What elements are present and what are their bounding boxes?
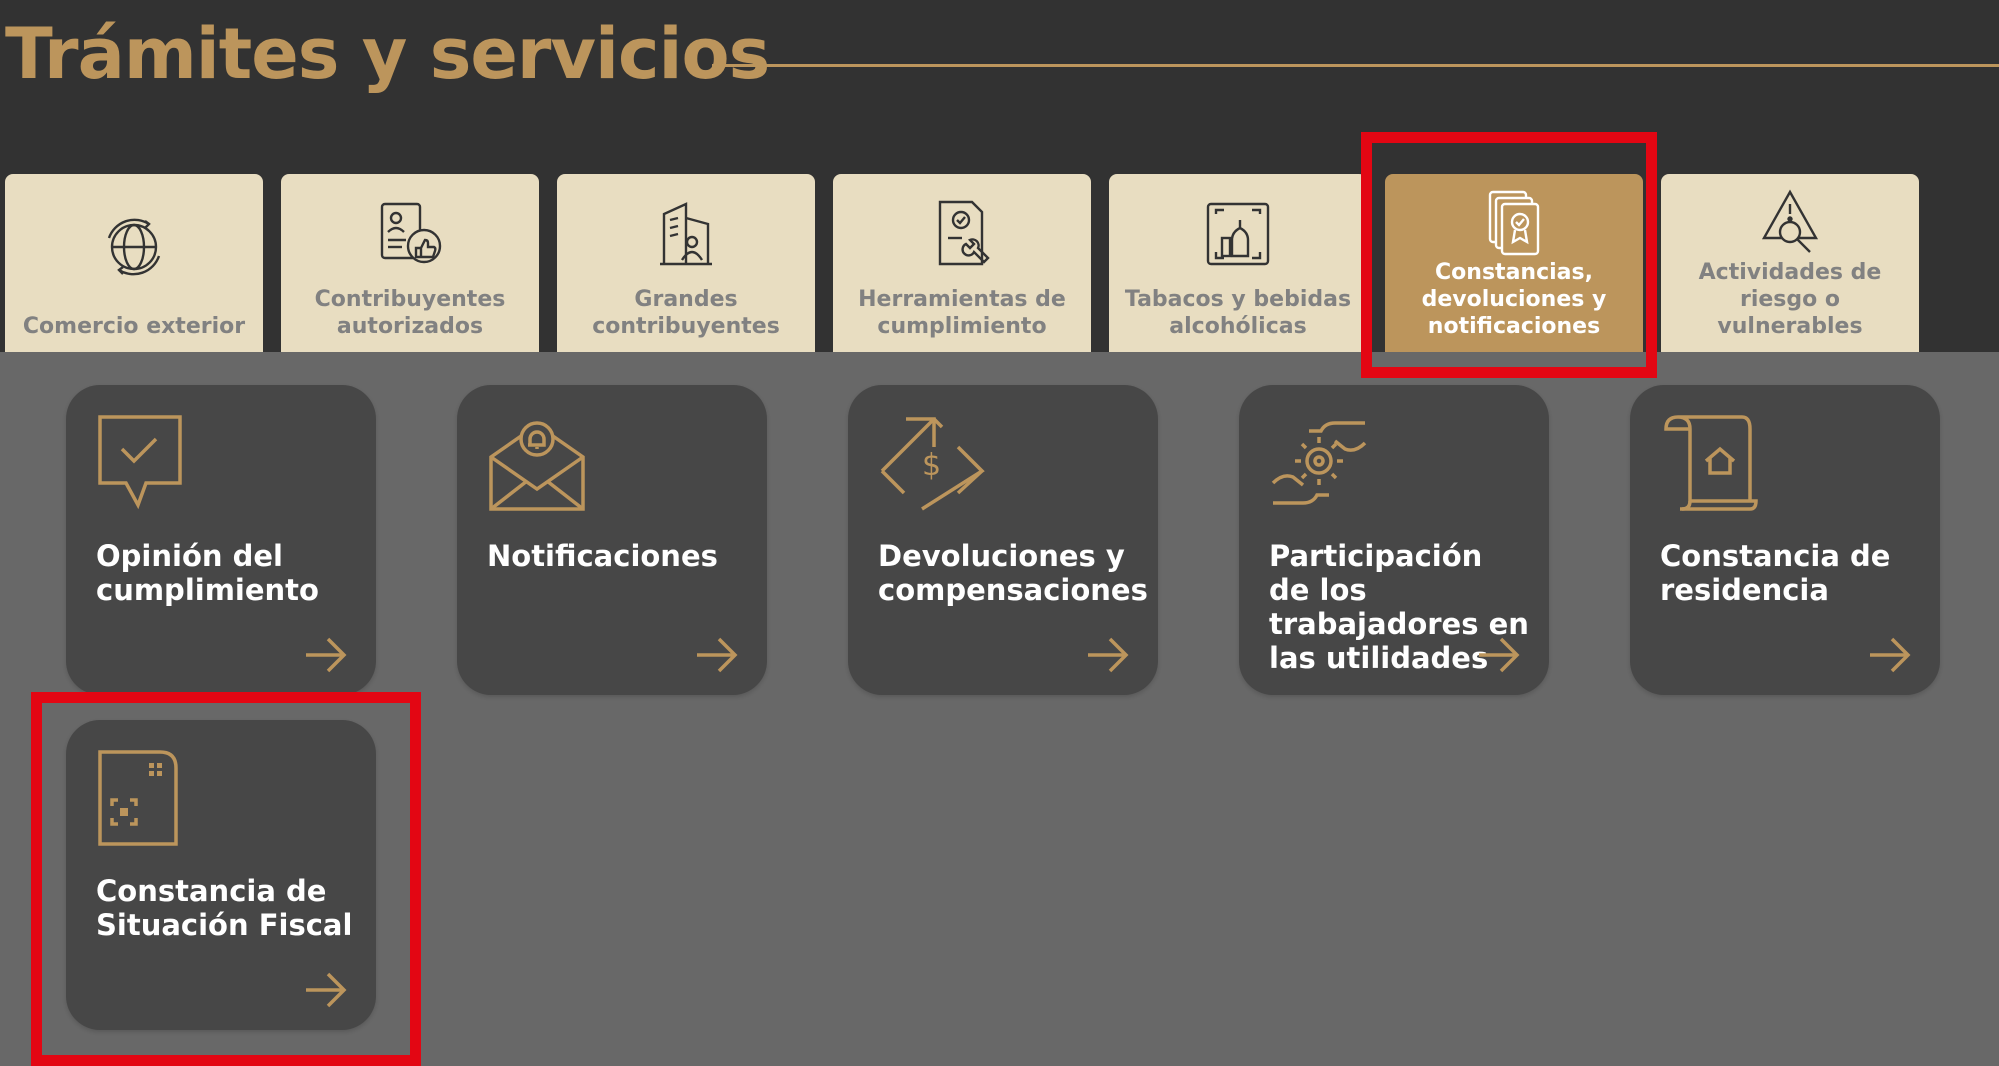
- card-title: Notificaciones: [487, 539, 718, 573]
- speech-check-icon: [98, 415, 182, 510]
- dollar-exchange-icon: $: [880, 417, 985, 511]
- tab-contribuyentes-autorizados[interactable]: Contribuyentes autorizados: [281, 174, 539, 352]
- bottle-frame-icon: [1206, 202, 1270, 266]
- tab-label: Contribuyentes autorizados: [314, 287, 506, 339]
- arrow-right-icon: [697, 637, 738, 673]
- card-title: Opinión del cumplimiento: [96, 539, 319, 607]
- card-opinion-del-cumplimiento[interactable]: Opinión del cumplimiento: [66, 385, 376, 695]
- page-title: Trámites y servicios: [5, 13, 770, 95]
- tab-actividades-de-riesgo[interactable]: Actividades de riesgo o vulnerables: [1661, 174, 1919, 352]
- envelope-bell-icon: [489, 421, 585, 511]
- card-title: Devoluciones y compensaciones: [878, 539, 1148, 607]
- card-title: Constancia de Situación Fiscal: [96, 874, 353, 942]
- card-title: Constancia de residencia: [1660, 539, 1891, 607]
- arrow-right-icon: [1870, 637, 1911, 673]
- card-devoluciones-y-compensaciones[interactable]: $ Devoluciones y compensaciones: [848, 385, 1158, 695]
- qr-document-icon: [98, 750, 178, 846]
- svg-text:$: $: [922, 448, 941, 483]
- document-wrench-icon: [938, 200, 990, 266]
- document-thumbs-up-icon: [380, 202, 442, 264]
- tab-grandes-contribuyentes[interactable]: Grandes contribuyentes: [557, 174, 815, 352]
- tab-constancias-devoluciones-notificaciones[interactable]: Constancias, devoluciones y notificacion…: [1385, 174, 1643, 352]
- tab-tabacos-y-bebidas[interactable]: Tabacos y bebidas alcohólicas: [1109, 174, 1367, 352]
- tab-label: Actividades de riesgo o vulnerables: [1698, 260, 1882, 339]
- tab-comercio-exterior[interactable]: Comercio exterior: [5, 174, 263, 352]
- tab-label: Comercio exterior: [22, 314, 246, 339]
- arrow-right-icon: [306, 972, 347, 1008]
- arrow-right-icon: [1088, 637, 1129, 673]
- title-divider: [712, 64, 1999, 67]
- arrow-right-icon: [1479, 637, 1520, 673]
- card-notificaciones[interactable]: Notificaciones: [457, 385, 767, 695]
- tab-label: Tabacos y bebidas alcohólicas: [1124, 287, 1352, 339]
- warning-search-icon: [1761, 189, 1819, 253]
- hand-gear-icon: [1271, 421, 1367, 505]
- globe-dollar-icon: [107, 218, 161, 276]
- scroll-house-icon: [1664, 415, 1758, 511]
- building-person-icon: [660, 202, 712, 266]
- tab-label: Herramientas de cumplimiento: [858, 287, 1066, 339]
- tab-label: Constancias, devoluciones y notificacion…: [1421, 260, 1607, 339]
- card-constancia-situacion-fiscal[interactable]: Constancia de Situación Fiscal: [66, 720, 376, 1030]
- arrow-right-icon: [306, 637, 347, 673]
- tab-label: Grandes contribuyentes: [592, 287, 780, 339]
- stacked-certificates-icon: [1488, 190, 1540, 256]
- card-participacion-utilidades[interactable]: Participación de los trabajadores en las…: [1239, 385, 1549, 695]
- tab-herramientas-de-cumplimiento[interactable]: Herramientas de cumplimiento: [833, 174, 1091, 352]
- card-constancia-de-residencia[interactable]: Constancia de residencia: [1630, 385, 1940, 695]
